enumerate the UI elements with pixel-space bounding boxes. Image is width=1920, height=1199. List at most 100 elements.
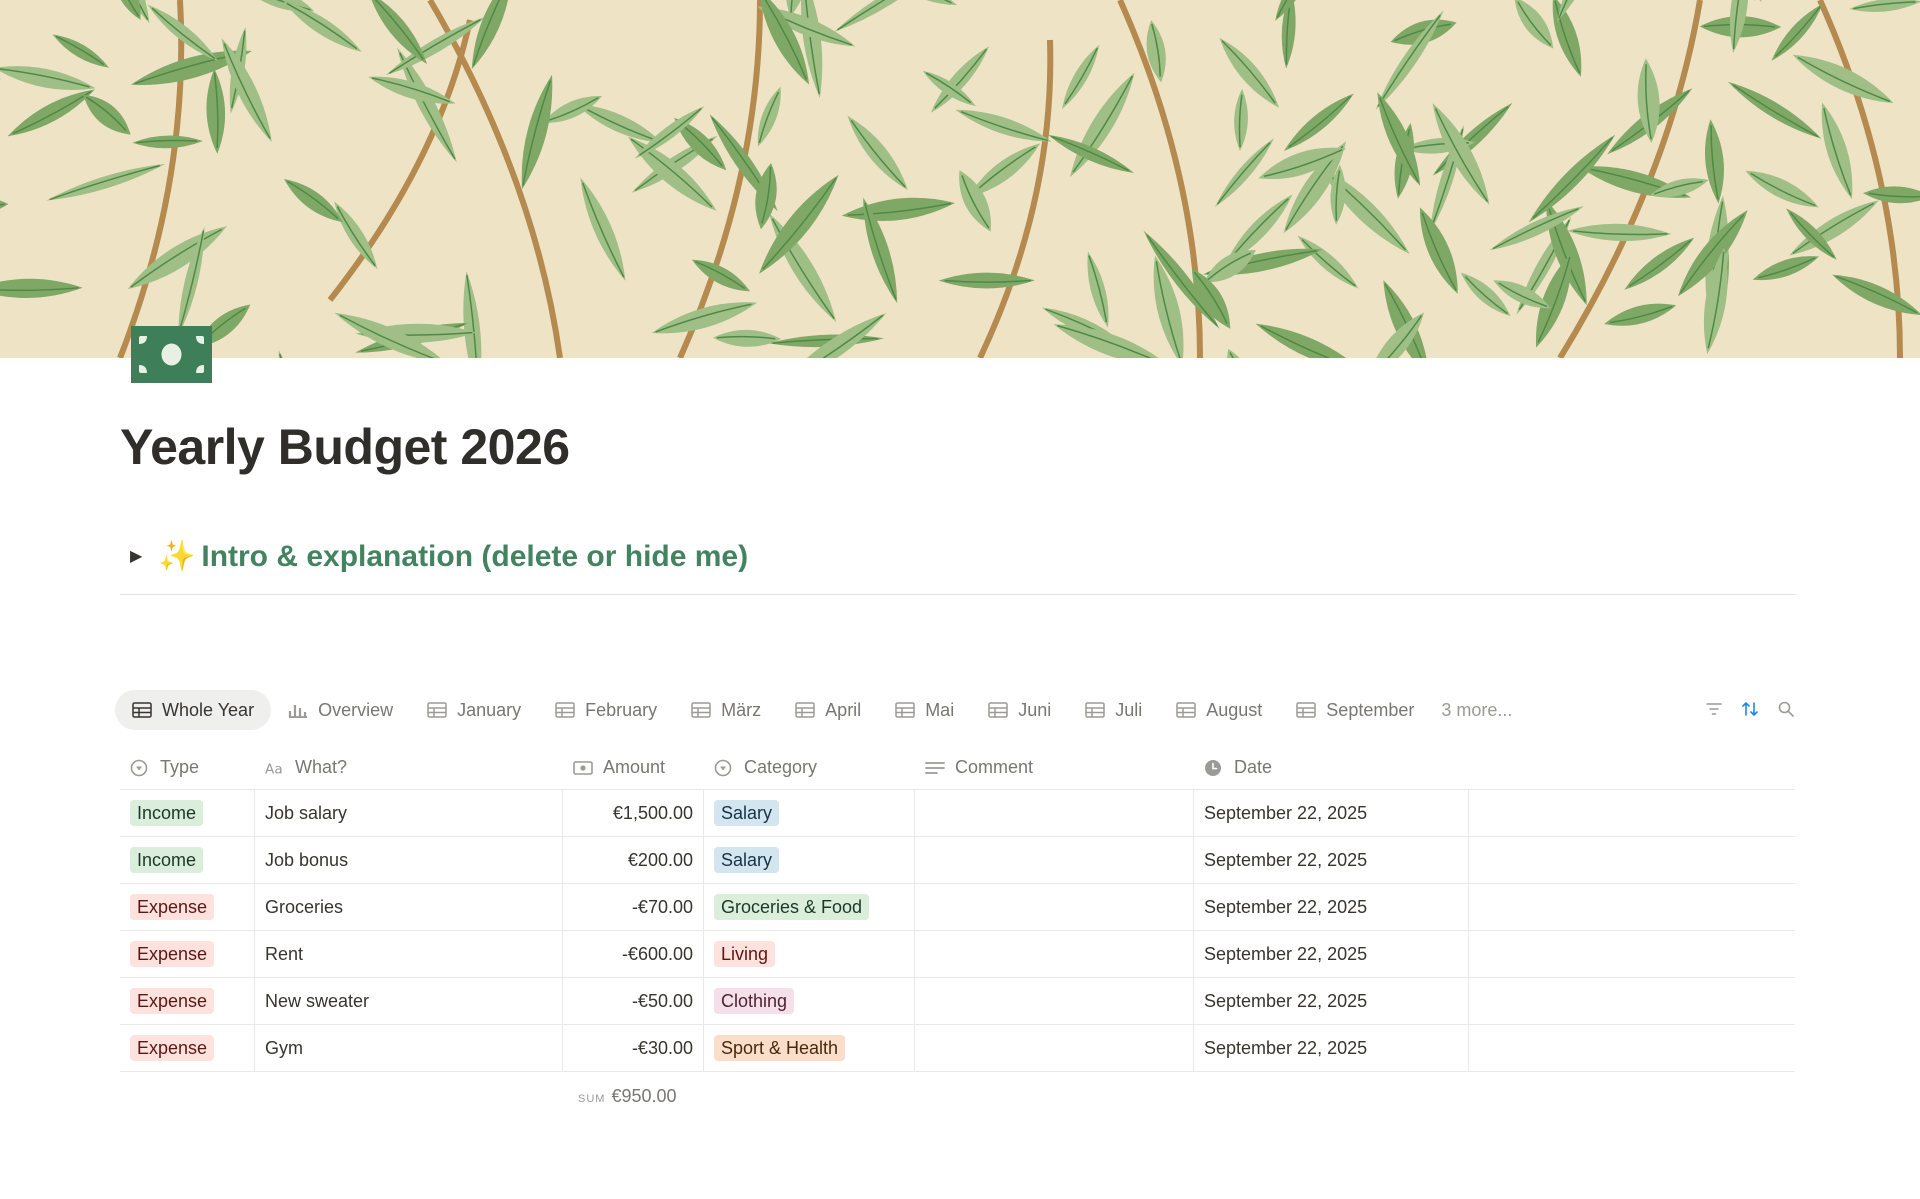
toggle-heading[interactable]: ✨ Intro & explanation (delete or hide me) (158, 539, 748, 574)
cell-date[interactable]: September 22, 2025 (1194, 1025, 1469, 1071)
tab-juli[interactable]: Juli (1068, 690, 1159, 730)
filter-icon[interactable] (1705, 700, 1723, 718)
cell-category[interactable]: Sport & Health (704, 1025, 915, 1071)
tab-label: Mai (925, 699, 955, 720)
cell-comment[interactable] (915, 837, 1194, 883)
cell-amount[interactable]: €1,500.00 (563, 790, 704, 836)
table-row[interactable]: Expense New sweater -€50.00 Clothing Septemb… (120, 978, 1795, 1025)
tab-september[interactable]: September (1279, 690, 1431, 730)
cell-date[interactable]: September 22, 2025 (1194, 837, 1469, 883)
cell-category[interactable]: Salary (704, 837, 915, 883)
what-value: Job bonus (265, 849, 349, 870)
column-header-label: What? (295, 757, 348, 777)
tab-juni[interactable]: Juni (971, 690, 1068, 730)
page-title[interactable]: Yearly Budget 2026 (120, 418, 570, 476)
cell-amount[interactable]: €200.00 (563, 837, 704, 883)
search-icon[interactable] (1777, 700, 1795, 718)
tab-label: April (825, 699, 862, 720)
column-header-date[interactable]: Date (1194, 746, 1469, 789)
column-header-category[interactable]: Category (704, 746, 915, 789)
cell-date[interactable]: September 22, 2025 (1194, 790, 1469, 836)
date-value: September 22, 2025 (1204, 943, 1368, 964)
cell-comment[interactable] (915, 790, 1194, 836)
what-value: Rent (265, 943, 304, 964)
cell-what[interactable]: Rent (255, 931, 563, 977)
tab-april[interactable]: April (778, 690, 878, 730)
cell-comment[interactable] (915, 931, 1194, 977)
amount-value: -€70.00 (631, 896, 693, 917)
column-header-type[interactable]: Type (120, 746, 255, 789)
cell-comment[interactable] (915, 1025, 1194, 1071)
cell-category[interactable]: Clothing (704, 978, 915, 1024)
sort-icon[interactable] (1741, 700, 1759, 718)
column-header-what[interactable]: Aa What? (255, 746, 563, 789)
select-property-icon (130, 759, 148, 776)
cell-what[interactable]: New sweater (255, 978, 563, 1024)
text-property-icon: Aa (265, 761, 283, 777)
cell-comment[interactable] (915, 884, 1194, 930)
cell-type[interactable]: Expense (120, 931, 255, 977)
cell-type[interactable]: Expense (120, 978, 255, 1024)
cell-amount[interactable]: -€600.00 (563, 931, 704, 977)
cell-category[interactable]: Salary (704, 790, 915, 836)
tab-february[interactable]: February (538, 690, 674, 730)
column-header-comment[interactable]: Comment (915, 746, 1194, 789)
tab-label: Juli (1115, 699, 1143, 720)
tab-january[interactable]: January (410, 690, 538, 730)
what-value: Gym (265, 1037, 303, 1058)
cell-what[interactable]: Job salary (255, 790, 563, 836)
tab-overview[interactable]: Overview (271, 690, 410, 730)
cell-amount[interactable]: -€50.00 (563, 978, 704, 1024)
cell-date[interactable]: September 22, 2025 (1194, 978, 1469, 1024)
cell-date[interactable]: September 22, 2025 (1194, 931, 1469, 977)
tab-label: January (457, 699, 522, 720)
tab-label: März (721, 699, 762, 720)
category-tag: Salary (714, 847, 780, 873)
money-bill-icon[interactable] (131, 326, 212, 383)
table-row[interactable]: Expense Gym -€30.00 Sport & Health September… (120, 1025, 1795, 1072)
tab-label: February (585, 699, 658, 720)
cell-type[interactable]: Income (120, 837, 255, 883)
date-value: September 22, 2025 (1204, 990, 1368, 1011)
table-icon (1176, 702, 1196, 718)
page-cover (0, 0, 1920, 358)
tab-label: September (1326, 699, 1415, 720)
column-header-label: Comment (955, 757, 1034, 777)
cell-type[interactable]: Expense (120, 1025, 255, 1071)
cell-amount[interactable]: -€30.00 (563, 1025, 704, 1071)
cell-what[interactable]: Job bonus (255, 837, 563, 883)
type-tag: Expense (130, 1035, 215, 1061)
amount-sum[interactable]: SUM €950.00 (578, 1086, 677, 1107)
type-tag: Expense (130, 894, 215, 920)
cell-spacer (1469, 1025, 1795, 1071)
cell-what[interactable]: Gym (255, 1025, 563, 1071)
cell-category[interactable]: Groceries & Food (704, 884, 915, 930)
cell-category[interactable]: Living (704, 931, 915, 977)
cell-type[interactable]: Expense (120, 884, 255, 930)
toggle-arrow-icon[interactable]: ▶ (120, 546, 158, 566)
table-row[interactable]: Expense Groceries -€70.00 Groceries & Food S… (120, 884, 1795, 931)
table-icon (427, 702, 447, 718)
cell-date[interactable]: September 22, 2025 (1194, 884, 1469, 930)
cell-type[interactable]: Income (120, 790, 255, 836)
tab-whole-year[interactable]: Whole Year (115, 690, 272, 730)
type-tag: Expense (130, 988, 215, 1014)
more-views-button[interactable]: 3 more... (1431, 700, 1522, 721)
column-header-amount[interactable]: Amount (563, 746, 704, 789)
cell-amount[interactable]: -€70.00 (563, 884, 704, 930)
tab-august[interactable]: August (1159, 690, 1279, 730)
tab-märz[interactable]: März (674, 690, 778, 730)
tab-mai[interactable]: Mai (878, 690, 971, 730)
intro-toggle[interactable]: ▶ ✨ Intro & explanation (delete or hide m… (120, 536, 748, 576)
cell-spacer (1469, 790, 1795, 836)
sum-label: SUM (578, 1093, 606, 1105)
table-row[interactable]: Expense Rent -€600.00 Living September 22, 2… (120, 931, 1795, 978)
view-tabs: Whole Year Overview January February März Apr… (115, 690, 1522, 730)
table-row[interactable]: Income Job salary €1,500.00 Salary September… (120, 790, 1795, 837)
database-toolbar (1705, 700, 1795, 718)
cell-comment[interactable] (915, 978, 1194, 1024)
cell-what[interactable]: Groceries (255, 884, 563, 930)
table-row[interactable]: Income Job bonus €200.00 Salary September 22… (120, 837, 1795, 884)
tab-label: Whole Year (162, 699, 255, 720)
column-header-label: Amount (603, 757, 666, 777)
